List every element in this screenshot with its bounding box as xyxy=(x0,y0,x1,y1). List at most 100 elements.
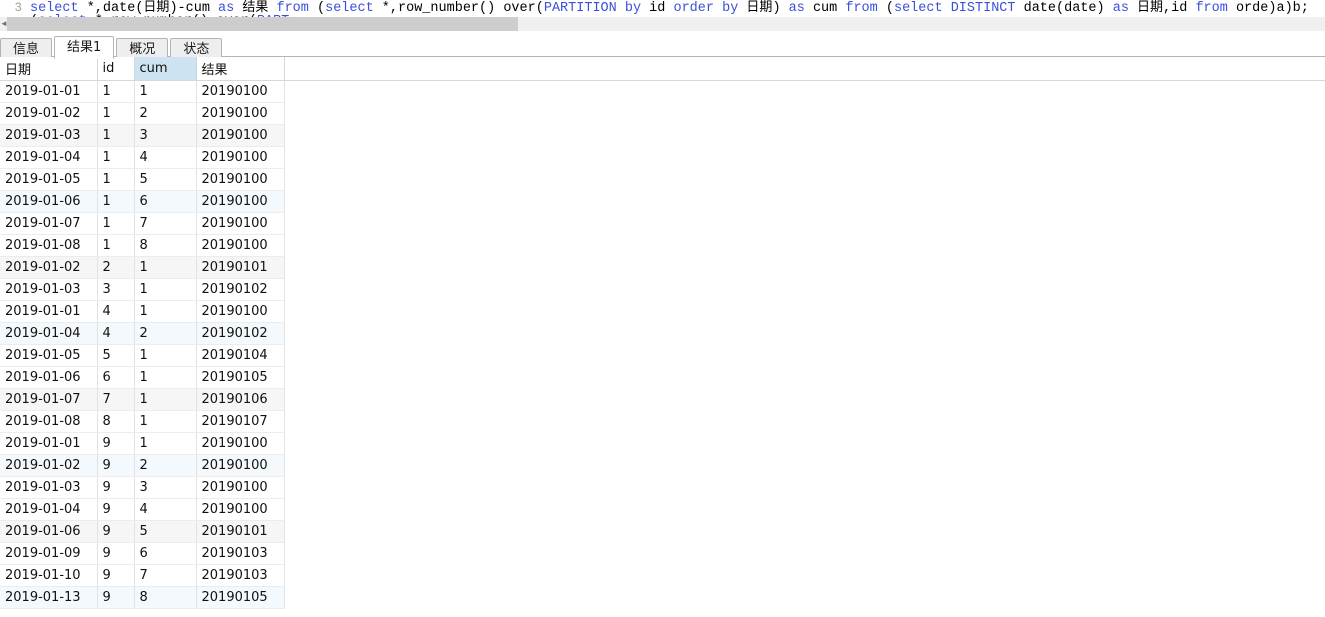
cell-date[interactable]: 2019-01-09 xyxy=(0,542,98,565)
column-header-cum[interactable]: cum xyxy=(134,57,197,81)
cell-id[interactable]: 9 xyxy=(97,498,135,521)
table-row[interactable]: 2019-01-08 1 8 20190100 xyxy=(0,234,285,257)
tab-2[interactable]: 概况 xyxy=(116,38,169,59)
table-row[interactable]: 2019-01-01 1 1 20190100 xyxy=(0,80,285,103)
cell-id[interactable]: 7 xyxy=(97,388,135,411)
cell-result[interactable]: 20190105 xyxy=(196,366,285,389)
cell-cum[interactable]: 7 xyxy=(134,564,197,587)
cell-cum[interactable]: 3 xyxy=(134,476,197,499)
cell-cum[interactable]: 4 xyxy=(134,498,197,521)
table-row[interactable]: 2019-01-03 3 1 20190102 xyxy=(0,278,285,301)
cell-date[interactable]: 2019-01-03 xyxy=(0,476,98,499)
cell-id[interactable]: 4 xyxy=(97,322,135,345)
cell-id[interactable]: 3 xyxy=(97,278,135,301)
cell-id[interactable]: 1 xyxy=(97,168,135,191)
table-row[interactable]: 2019-01-05 1 5 20190100 xyxy=(0,168,285,191)
cell-result[interactable]: 20190100 xyxy=(196,190,285,213)
cell-cum[interactable]: 6 xyxy=(134,542,197,565)
cell-date[interactable]: 2019-01-07 xyxy=(0,388,98,411)
cell-result[interactable]: 20190102 xyxy=(196,278,285,301)
cell-result[interactable]: 20190100 xyxy=(196,168,285,191)
table-row[interactable]: 2019-01-09 9 6 20190103 xyxy=(0,542,285,565)
cell-cum[interactable]: 1 xyxy=(134,80,197,103)
table-row[interactable]: 2019-01-04 4 2 20190102 xyxy=(0,322,285,345)
cell-result[interactable]: 20190100 xyxy=(196,80,285,103)
cell-id[interactable]: 9 xyxy=(97,454,135,477)
cell-date[interactable]: 2019-01-03 xyxy=(0,124,98,147)
cell-result[interactable]: 20190100 xyxy=(196,432,285,455)
tab-3[interactable]: 状态 xyxy=(170,38,223,59)
table-row[interactable]: 2019-01-06 9 5 20190101 xyxy=(0,520,285,543)
cell-date[interactable]: 2019-01-01 xyxy=(0,432,98,455)
horizontal-scrollbar-thumb[interactable] xyxy=(7,17,518,31)
cell-id[interactable]: 4 xyxy=(97,300,135,323)
result-grid-container[interactable]: 日期 id cum 结果 2019-01-01 1 1 20190100 2019-01-02… xyxy=(0,57,1325,609)
cell-result[interactable]: 20190100 xyxy=(196,454,285,477)
cell-result[interactable]: 20190100 xyxy=(196,102,285,125)
cell-result[interactable]: 20190100 xyxy=(196,146,285,169)
cell-result[interactable]: 20190103 xyxy=(196,542,285,565)
table-row[interactable]: 2019-01-04 9 4 20190100 xyxy=(0,498,285,521)
cell-date[interactable]: 2019-01-05 xyxy=(0,168,98,191)
cell-cum[interactable]: 4 xyxy=(134,146,197,169)
cell-cum[interactable]: 1 xyxy=(134,278,197,301)
cell-id[interactable]: 2 xyxy=(97,256,135,279)
cell-date[interactable]: 2019-01-01 xyxy=(0,300,98,323)
table-row[interactable]: 2019-01-05 5 1 20190104 xyxy=(0,344,285,367)
cell-id[interactable]: 1 xyxy=(97,234,135,257)
sql-editor-pane[interactable]: (select *,row_number() over(PART 3select… xyxy=(0,0,1325,33)
cell-cum[interactable]: 8 xyxy=(134,234,197,257)
cell-date[interactable]: 2019-01-02 xyxy=(0,256,98,279)
cell-result[interactable]: 20190100 xyxy=(196,124,285,147)
cell-cum[interactable]: 1 xyxy=(134,432,197,455)
cell-date[interactable]: 2019-01-06 xyxy=(0,190,98,213)
table-row[interactable]: 2019-01-08 8 1 20190107 xyxy=(0,410,285,433)
cell-cum[interactable]: 2 xyxy=(134,322,197,345)
table-row[interactable]: 2019-01-06 6 1 20190105 xyxy=(0,366,285,389)
result-grid[interactable]: 日期 id cum 结果 2019-01-01 1 1 20190100 2019-01-02… xyxy=(0,57,285,609)
cell-result[interactable]: 20190100 xyxy=(196,300,285,323)
table-row[interactable]: 2019-01-02 9 2 20190100 xyxy=(0,454,285,477)
table-row[interactable]: 2019-01-10 9 7 20190103 xyxy=(0,564,285,587)
cell-cum[interactable]: 8 xyxy=(134,586,197,609)
table-row[interactable]: 2019-01-02 1 2 20190100 xyxy=(0,102,285,125)
cell-cum[interactable]: 5 xyxy=(134,520,197,543)
cell-result[interactable]: 20190105 xyxy=(196,586,285,609)
cell-id[interactable]: 9 xyxy=(97,564,135,587)
scroll-left-arrow-icon[interactable]: ◄ xyxy=(0,17,8,31)
column-header-id[interactable]: id xyxy=(97,57,135,81)
table-row[interactable]: 2019-01-07 7 1 20190106 xyxy=(0,388,285,411)
cell-result[interactable]: 20190101 xyxy=(196,256,285,279)
cell-result[interactable]: 20190101 xyxy=(196,520,285,543)
cell-id[interactable]: 9 xyxy=(97,542,135,565)
table-row[interactable]: 2019-01-01 9 1 20190100 xyxy=(0,432,285,455)
cell-id[interactable]: 9 xyxy=(97,476,135,499)
cell-cum[interactable]: 5 xyxy=(134,168,197,191)
cell-cum[interactable]: 3 xyxy=(134,124,197,147)
table-row[interactable]: 2019-01-07 1 7 20190100 xyxy=(0,212,285,235)
tab-0[interactable]: 信息 xyxy=(0,38,53,59)
cell-cum[interactable]: 1 xyxy=(134,388,197,411)
cell-id[interactable]: 8 xyxy=(97,410,135,433)
cell-result[interactable]: 20190107 xyxy=(196,410,285,433)
cell-id[interactable]: 6 xyxy=(97,366,135,389)
table-row[interactable]: 2019-01-04 1 4 20190100 xyxy=(0,146,285,169)
cell-cum[interactable]: 1 xyxy=(134,366,197,389)
cell-result[interactable]: 20190100 xyxy=(196,476,285,499)
table-row[interactable]: 2019-01-13 9 8 20190105 xyxy=(0,586,285,609)
tab-1[interactable]: 结果1 xyxy=(54,36,115,59)
cell-id[interactable]: 1 xyxy=(97,124,135,147)
cell-cum[interactable]: 1 xyxy=(134,410,197,433)
column-header-result[interactable]: 结果 xyxy=(196,57,285,81)
table-row[interactable]: 2019-01-03 9 3 20190100 xyxy=(0,476,285,499)
cell-cum[interactable]: 2 xyxy=(134,454,197,477)
column-header-date[interactable]: 日期 xyxy=(0,57,98,81)
cell-date[interactable]: 2019-01-06 xyxy=(0,366,98,389)
cell-result[interactable]: 20190106 xyxy=(196,388,285,411)
cell-date[interactable]: 2019-01-04 xyxy=(0,322,98,345)
cell-date[interactable]: 2019-01-08 xyxy=(0,234,98,257)
cell-date[interactable]: 2019-01-04 xyxy=(0,146,98,169)
cell-date[interactable]: 2019-01-07 xyxy=(0,212,98,235)
cell-cum[interactable]: 2 xyxy=(134,102,197,125)
cell-result[interactable]: 20190104 xyxy=(196,344,285,367)
